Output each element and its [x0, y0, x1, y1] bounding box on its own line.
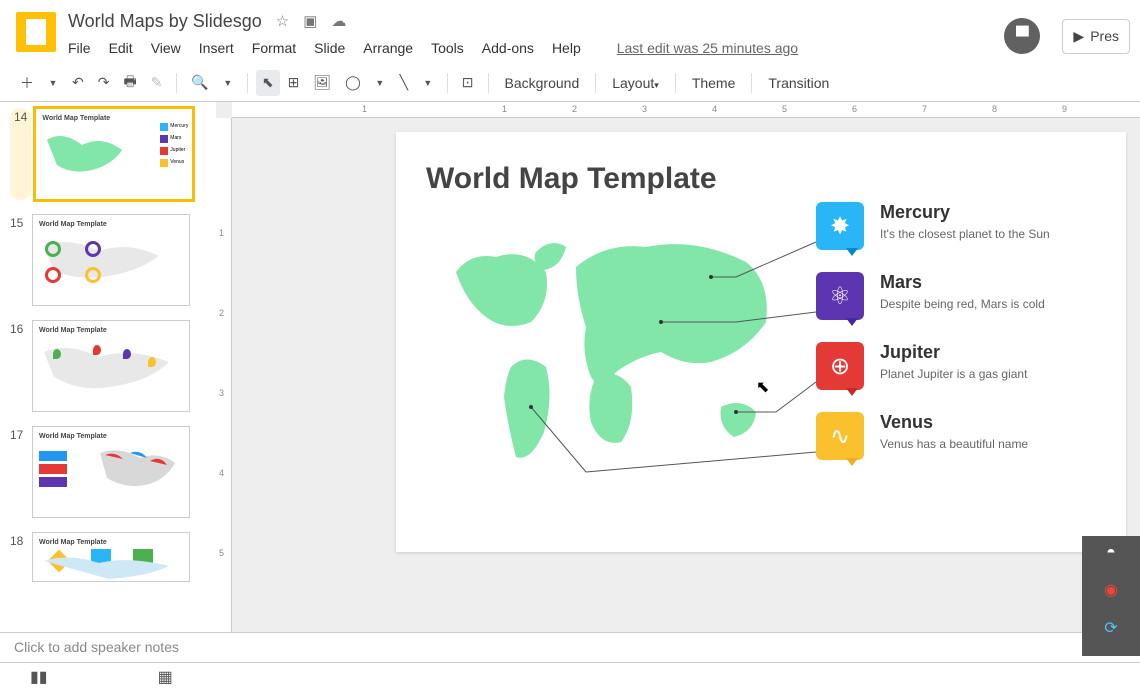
menu-view[interactable]: View — [151, 40, 181, 56]
venus-icon: ∿ — [816, 412, 864, 460]
line-tool[interactable]: ╲ — [393, 70, 415, 96]
new-slide-dropdown[interactable]: ▼ — [42, 70, 64, 96]
doc-title[interactable]: World Maps by Slidesgo — [68, 11, 262, 32]
header: World Maps by Slidesgo ☆ ▣ ☁ File Edit V… — [0, 0, 1140, 64]
thumbnail-18[interactable]: World Map Template — [32, 532, 190, 582]
print-button[interactable]: 🖶 — [117, 70, 142, 96]
notes-placeholder: Click to add speaker notes — [14, 639, 179, 655]
shape-dropdown[interactable]: ▼ — [369, 70, 391, 96]
menu-help[interactable]: Help — [552, 40, 581, 56]
mercury-icon: ✸ — [816, 202, 864, 250]
comment-tool[interactable]: ⊡ — [456, 70, 480, 96]
layout-button[interactable]: Layout▾ — [604, 71, 667, 95]
slide[interactable]: World Map Template — [396, 132, 1126, 552]
thumb-num: 14 — [10, 108, 31, 200]
slides-logo-icon — [16, 12, 56, 52]
slide-title[interactable]: World Map Template — [426, 162, 1096, 196]
thumbnail-14[interactable]: World Map Template Mercury Mars Jupiter … — [35, 108, 193, 200]
thumbnail-17[interactable]: World Map Template — [32, 426, 190, 518]
menu-file[interactable]: File — [68, 40, 91, 56]
callout-desc: It's the closest planet to the Sun — [880, 227, 1050, 241]
thumbnail-15[interactable]: World Map Template — [32, 214, 190, 306]
toolbar: ＋ ▼ ↶ ↷ 🖶 ✎ 🔍 ▼ ⬉ ⊞ 🖼 ◯ ▼ ╲ ▼ ⊡ Backgrou… — [0, 64, 1140, 102]
callout-jupiter[interactable]: ⊕ Jupiter Planet Jupiter is a gas giant — [816, 342, 1096, 390]
panel-icon-3[interactable]: ⟳ — [1104, 618, 1117, 638]
callouts: ✸ Mercury It's the closest planet to the … — [816, 202, 1096, 482]
callout-title: Jupiter — [880, 342, 1027, 363]
callout-title: Mercury — [880, 202, 1050, 223]
menu-arrange[interactable]: Arrange — [363, 40, 413, 56]
paint-format-button[interactable]: ✎ — [145, 70, 169, 96]
callout-title: Venus — [880, 412, 1028, 433]
thumbnail-16[interactable]: World Map Template — [32, 320, 190, 412]
present-label: Pres — [1090, 28, 1119, 44]
menu-bar: File Edit View Insert Format Slide Arran… — [68, 40, 1124, 56]
play-icon: ▶ — [1073, 28, 1084, 45]
mars-icon: ⚛ — [816, 272, 864, 320]
last-edit[interactable]: Last edit was 25 minutes ago — [617, 40, 798, 56]
move-icon[interactable]: ▣ — [303, 12, 317, 30]
menu-insert[interactable]: Insert — [199, 40, 234, 56]
callout-desc: Planet Jupiter is a gas giant — [880, 367, 1027, 381]
new-slide-button[interactable]: ＋ — [14, 70, 40, 96]
background-button[interactable]: Background — [497, 71, 588, 95]
redo-button[interactable]: ↷ — [92, 70, 116, 96]
footer: ▮▮ ▦ — [0, 662, 1140, 690]
thumb-num: 17 — [10, 426, 32, 518]
explore-panel: ◓ ◉ ⟳ — [1082, 536, 1140, 656]
main: 14 World Map Template Mercury Mars Jupit… — [0, 102, 1140, 632]
menu-edit[interactable]: Edit — [109, 40, 133, 56]
zoom-dropdown[interactable]: ▼ — [217, 70, 239, 96]
callout-title: Mars — [880, 272, 1045, 293]
filmstrip-view-icon[interactable]: ▮▮ — [30, 667, 48, 687]
callout-desc: Despite being red, Mars is cold — [880, 297, 1045, 311]
select-tool[interactable]: ⬉ — [256, 70, 280, 96]
undo-button[interactable]: ↶ — [66, 70, 90, 96]
menu-addons[interactable]: Add-ons — [482, 40, 534, 56]
transition-button[interactable]: Transition — [760, 71, 837, 95]
thumbnail-panel[interactable]: 14 World Map Template Mercury Mars Jupit… — [0, 102, 216, 632]
panel-icon-2[interactable]: ◉ — [1104, 580, 1118, 600]
ruler-horizontal: 1 1 2 3 4 5 6 7 8 9 — [232, 102, 1140, 118]
ruler-vertical: 1 2 3 4 5 — [216, 118, 232, 632]
panel-icon-1[interactable]: ◓ — [1106, 544, 1116, 562]
theme-button[interactable]: Theme — [684, 71, 744, 95]
speaker-notes[interactable]: Click to add speaker notes — [0, 632, 1140, 662]
thumb-num: 15 — [10, 214, 32, 306]
comments-button[interactable]: ▀ — [1004, 18, 1040, 54]
callout-mercury[interactable]: ✸ Mercury It's the closest planet to the … — [816, 202, 1096, 250]
thumb-num: 18 — [10, 532, 32, 582]
grid-view-icon[interactable]: ▦ — [158, 667, 173, 687]
image-tool[interactable]: 🖼 — [307, 70, 337, 96]
callout-mars[interactable]: ⚛ Mars Despite being red, Mars is cold — [816, 272, 1096, 320]
line-dropdown[interactable]: ▼ — [417, 70, 439, 96]
callout-desc: Venus has a beautiful name — [880, 437, 1028, 451]
menu-slide[interactable]: Slide — [314, 40, 345, 56]
menu-tools[interactable]: Tools — [431, 40, 464, 56]
canvas[interactable]: 1 1 2 3 4 5 6 7 8 9 1 2 3 4 5 World Map … — [216, 102, 1140, 632]
star-icon[interactable]: ☆ — [276, 12, 289, 30]
jupiter-icon: ⊕ — [816, 342, 864, 390]
cloud-icon[interactable]: ☁ — [331, 12, 346, 30]
callout-venus[interactable]: ∿ Venus Venus has a beautiful name — [816, 412, 1096, 460]
menu-format[interactable]: Format — [252, 40, 296, 56]
present-button[interactable]: ▶ Pres — [1062, 19, 1130, 54]
zoom-button[interactable]: 🔍 — [185, 70, 214, 96]
world-map[interactable] — [436, 212, 786, 472]
textbox-tool[interactable]: ⊞ — [282, 70, 306, 96]
thumb-num: 16 — [10, 320, 32, 412]
shape-tool[interactable]: ◯ — [339, 70, 367, 96]
